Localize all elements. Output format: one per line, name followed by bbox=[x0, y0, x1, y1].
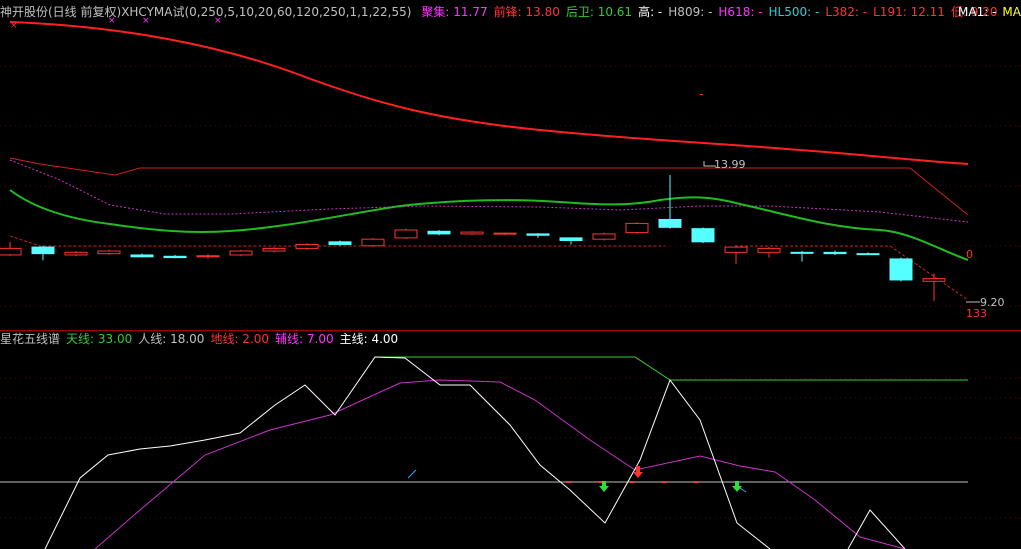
low-annotation: 9.20 0 133 bbox=[966, 248, 1005, 320]
zhuxian-line bbox=[44, 356, 906, 549]
candle-body bbox=[493, 232, 517, 235]
candle-body bbox=[889, 258, 913, 281]
candle-body bbox=[559, 237, 583, 241]
high-price-label: 13.99 bbox=[714, 158, 746, 171]
bottom-header: 星花五线谱 天线: 33.00 人线: 18.00 地线: 2.00 辅线: 7.00 主… bbox=[0, 331, 410, 347]
header-value-item: H618: - bbox=[718, 5, 763, 19]
candle-body bbox=[328, 241, 352, 245]
formula-label: XHCYMA试(0,250,5,10,20,60,120,250,1,1,22,… bbox=[121, 5, 412, 19]
stock-title: 神开股份(日线 前复权) bbox=[0, 5, 122, 19]
header-value-item: MA1: - bbox=[958, 5, 997, 19]
header-value-item: 地线: 2.00 bbox=[210, 332, 270, 346]
count-label: 133 bbox=[966, 307, 987, 320]
ma-magenta-line bbox=[9, 159, 969, 223]
candle-body bbox=[64, 251, 88, 256]
candle-body bbox=[658, 218, 682, 228]
header-value-item: L191: 12.11 bbox=[873, 5, 945, 19]
sell-arrow-icon-2 bbox=[732, 481, 742, 492]
candle-body bbox=[295, 243, 319, 249]
header-value-item: H809: - bbox=[668, 5, 713, 19]
signal-arrows bbox=[407, 466, 747, 493]
lower-band-line-2 bbox=[735, 245, 969, 301]
high-annotation: 13.99 bbox=[703, 158, 746, 171]
tianxian-line bbox=[375, 356, 968, 381]
indicator-title: 星花五线谱 bbox=[0, 332, 61, 346]
candles bbox=[0, 175, 946, 301]
candle-body bbox=[163, 255, 187, 259]
header-value-item: MA2 bbox=[1002, 5, 1021, 19]
candle-body bbox=[0, 247, 22, 256]
header-value-item: 高: - bbox=[638, 5, 663, 19]
header-value-item: 主线: 4.00 bbox=[339, 332, 399, 346]
candle-body bbox=[394, 229, 418, 239]
marker-a: × bbox=[10, 21, 18, 31]
candle-body bbox=[262, 247, 286, 252]
candle-body bbox=[460, 231, 484, 235]
chart-canvas: 13.99 9.20 0 133 × × × × bbox=[0, 16, 1021, 549]
header-value-item: 前锋: 13.80 bbox=[493, 5, 560, 19]
header-value-item: 后卫: 10.61 bbox=[565, 5, 633, 19]
candle-body bbox=[823, 251, 847, 255]
small-cyan-arrow-icon-2 bbox=[739, 487, 747, 493]
small-cyan-arrow-icon bbox=[407, 469, 417, 479]
top-right-header: MA1: - MA2 bbox=[958, 4, 1021, 20]
candle-body bbox=[427, 230, 451, 235]
zero-marker-label: 0 bbox=[966, 248, 973, 261]
candle-body bbox=[526, 233, 550, 236]
candle-body bbox=[130, 254, 154, 258]
header-value-item: 辅线: 7.00 bbox=[275, 332, 334, 346]
candle-body bbox=[97, 250, 121, 255]
candle-body bbox=[691, 228, 715, 243]
fuxian-line bbox=[94, 379, 906, 549]
marker-e bbox=[700, 94, 703, 95]
candle-body bbox=[790, 251, 814, 254]
header-value-item: 天线: 33.00 bbox=[66, 332, 133, 346]
candle-body bbox=[625, 222, 649, 234]
candle-body bbox=[361, 238, 385, 247]
ma-green-line bbox=[9, 189, 969, 261]
header-value-item: 聚集: 11.77 bbox=[421, 5, 488, 19]
candle-body bbox=[229, 250, 253, 256]
candle-body bbox=[922, 278, 946, 282]
header-value-item: HL500: - bbox=[768, 5, 820, 19]
candle-body bbox=[724, 246, 748, 253]
top-header: 神开股份(日线 前复权)XHCYMA试(0,250,5,10,20,60,120… bbox=[0, 4, 1010, 20]
buy-arrow-icon bbox=[633, 466, 643, 478]
header-value-item: 人线: 18.00 bbox=[138, 332, 205, 346]
indicator-values: 聚集: 11.77 前锋: 13.80 后卫: 10.61 高: - H809: - H6… bbox=[421, 5, 1003, 19]
candle-body bbox=[196, 255, 220, 258]
ma-long-red-line bbox=[9, 21, 969, 165]
candle-body bbox=[856, 253, 880, 256]
candle-body bbox=[592, 233, 616, 240]
header-value-item: L382: - bbox=[825, 5, 868, 19]
candle-body bbox=[757, 247, 781, 253]
top-markers: × × × × bbox=[10, 16, 703, 95]
indicator-line-values: 天线: 33.00 人线: 18.00 地线: 2.00 辅线: 7.00 主线: 4.… bbox=[66, 332, 404, 346]
candle-body bbox=[31, 246, 55, 255]
top-grid bbox=[0, 65, 1021, 307]
